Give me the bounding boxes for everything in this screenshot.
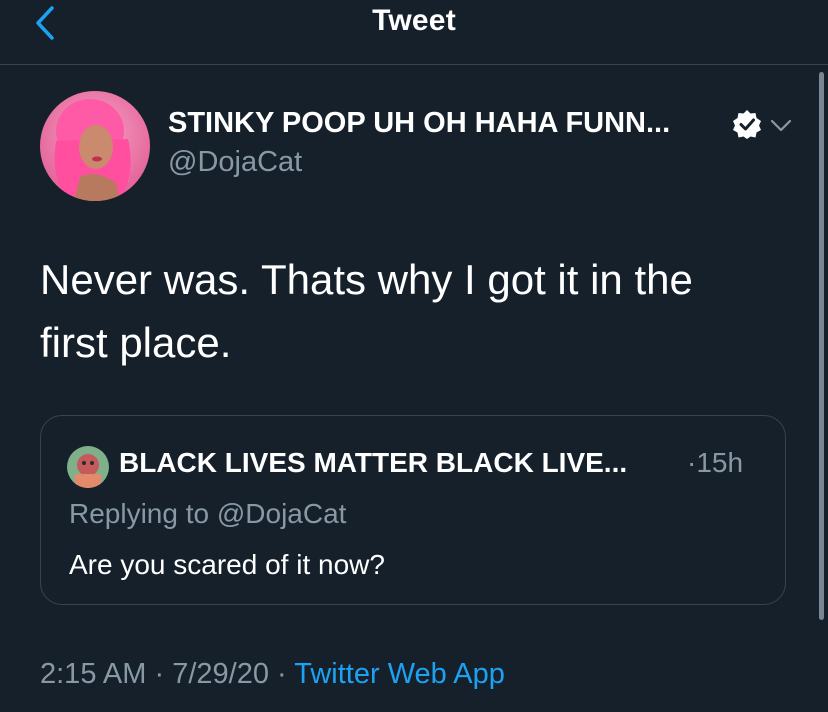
tweet-date: 7/29/20 xyxy=(172,658,269,690)
chevron-down-icon[interactable] xyxy=(768,112,794,138)
tweet-detail-screen: Tweet STINKY POOP UH OH HAHA FUNN... @Do… xyxy=(0,0,828,712)
top-navigation-bar: Tweet xyxy=(0,0,828,65)
scrollbar[interactable] xyxy=(819,72,824,620)
verified-badge-icon xyxy=(733,110,761,139)
tweet-source-link[interactable]: Twitter Web App xyxy=(294,658,505,690)
quoted-tweet-text: Are you scared of it now? xyxy=(69,549,385,580)
page-title: Tweet xyxy=(372,4,456,37)
author-display-name[interactable]: STINKY POOP UH OH HAHA FUNN... xyxy=(168,107,670,140)
tweet-metadata: 2:15 AM · 7/29/20 · Twitter Web App xyxy=(40,658,505,691)
author-handle[interactable]: @DojaCat xyxy=(168,146,302,179)
quoted-author-avatar-image xyxy=(67,446,109,488)
author-avatar[interactable] xyxy=(40,91,150,201)
quoted-author-avatar xyxy=(67,446,109,488)
quoted-tweet-card[interactable]: BLACK LIVES MATTER BLACK LIVE... ·15h Re… xyxy=(40,415,786,605)
separator: · xyxy=(277,658,287,690)
quoted-tweet-timestamp: ·15h xyxy=(687,447,744,478)
tweet-text: Never was. Thats why I got it in the fir… xyxy=(40,256,693,366)
quoted-replying-to: Replying to @DojaCat xyxy=(69,498,347,529)
author-avatar-image xyxy=(40,91,150,201)
separator: · xyxy=(154,658,165,690)
tweet-time: 2:15 AM xyxy=(40,658,147,690)
quoted-author-name: BLACK LIVES MATTER BLACK LIVE... xyxy=(119,447,628,478)
